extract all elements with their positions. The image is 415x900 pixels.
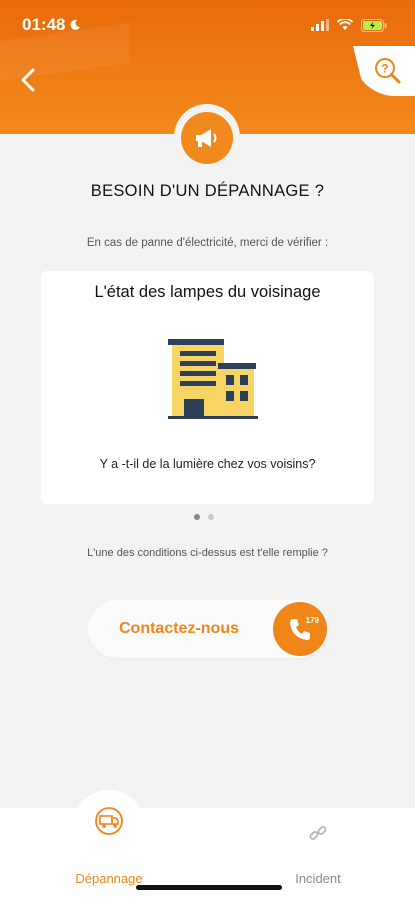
contact-button[interactable]: Contactez-nous 179	[88, 600, 328, 658]
svg-text:?: ?	[381, 62, 388, 76]
signal-icon	[311, 19, 329, 31]
phone-number: 179	[305, 616, 319, 625]
carousel-dots	[194, 514, 214, 520]
status-bar: 01:48	[0, 0, 415, 50]
help-button[interactable]: ?	[353, 46, 415, 96]
card-title: L'état des lampes du voisinage	[94, 283, 321, 301]
condition-question: L'une des conditions ci-dessus est t'ell…	[87, 547, 328, 559]
status-time: 01:48	[22, 15, 81, 35]
broken-link-icon	[300, 816, 336, 852]
megaphone-badge	[181, 112, 233, 164]
megaphone-icon	[196, 129, 217, 147]
battery-icon	[361, 18, 387, 32]
building-icon	[168, 339, 258, 424]
wifi-icon	[337, 19, 353, 30]
phone-circle[interactable]: 179	[273, 602, 327, 656]
home-indicator	[136, 885, 282, 890]
truck-icon	[91, 803, 127, 839]
search-question-icon: ?	[375, 58, 401, 84]
carousel-dot-1[interactable]	[194, 514, 200, 520]
moon-icon	[71, 19, 81, 30]
chevron-left-icon	[21, 68, 35, 92]
check-card[interactable]: L'état des lampes du voisinage Y a -t-il…	[41, 271, 374, 504]
page-title: BESOIN D'UN DÉPANNAGE ?	[90, 182, 325, 200]
status-icons	[311, 18, 387, 32]
page-subtitle: En cas de panne d'électricité, merci de …	[86, 237, 329, 249]
carousel-dot-2[interactable]	[208, 514, 214, 520]
tab-incident-label: Incident	[295, 871, 341, 886]
tab-depannage-label: Dépannage	[75, 871, 143, 886]
card-question: Y a -t-il de la lumière chez vos voisins…	[99, 457, 316, 471]
contact-label: Contactez-nous	[119, 620, 239, 637]
back-button[interactable]	[12, 62, 44, 98]
